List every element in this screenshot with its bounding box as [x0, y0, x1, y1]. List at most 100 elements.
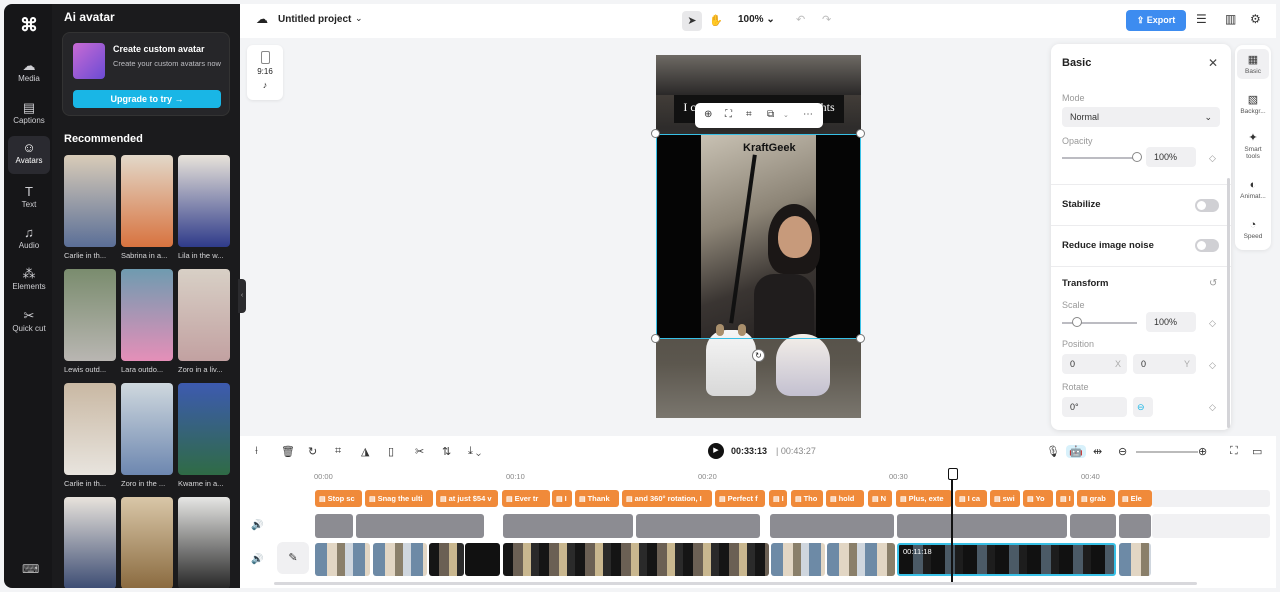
scale-input[interactable]: 100% — [1146, 312, 1196, 332]
keyframe-icon[interactable]: ◇ — [1209, 360, 1216, 371]
download-icon[interactable]: ⤓ ⌄ — [468, 445, 481, 458]
video-clip[interactable] — [373, 543, 427, 576]
project-title[interactable]: Untitled project — [278, 14, 351, 25]
trim-icon[interactable]: ⇅ — [442, 445, 451, 458]
avatar-card[interactable]: Zoro in the ... — [121, 383, 173, 488]
tab-speed[interactable]: ◔ Speed — [1237, 219, 1269, 240]
avatar-card[interactable]: Carlie in th... — [64, 383, 116, 488]
rail-item-elements[interactable]: ⁂ Elements — [8, 262, 50, 300]
mode-select[interactable]: Normal ⌄ — [1062, 107, 1220, 127]
opacity-slider[interactable] — [1062, 157, 1139, 159]
resize-handle[interactable] — [651, 129, 660, 138]
volume-icon[interactable]: 🔊 — [251, 520, 263, 531]
caption-clip[interactable]: Snag the ulti — [365, 490, 433, 507]
caption-clip[interactable]: I ca — [955, 490, 987, 507]
undo-icon[interactable]: ↶ — [796, 13, 805, 26]
freeze-icon[interactable]: ▯ — [388, 445, 394, 458]
caption-clip[interactable]: hold — [826, 490, 864, 507]
caption-clip[interactable]: Ele — [1118, 490, 1152, 507]
audio-clip[interactable] — [315, 514, 353, 538]
avatar-card[interactable]: Carlie in th... — [64, 155, 116, 260]
avatar-card[interactable]: Lila in the w... — [178, 155, 230, 260]
audio-clip[interactable] — [897, 514, 1067, 538]
video-clip[interactable] — [771, 543, 825, 576]
caption-clip[interactable]: and 360° rotation, I — [622, 490, 712, 507]
avatar-card[interactable] — [64, 497, 116, 588]
caption-clip[interactable]: Stop sc — [315, 490, 362, 507]
video-clip[interactable] — [503, 543, 769, 576]
rotate-dial-icon[interactable]: ⊖ — [1133, 397, 1153, 417]
zoom-level[interactable]: 100% ⌄ — [738, 14, 775, 25]
chevron-down-icon[interactable]: ⌄ — [783, 111, 789, 119]
scale-slider-knob[interactable] — [1072, 317, 1082, 327]
resize-handle[interactable] — [651, 334, 660, 343]
cut-icon[interactable]: ✂ — [415, 445, 424, 458]
rail-item-avatars[interactable]: ☺ Avatars — [8, 136, 50, 174]
close-icon[interactable]: ✕ — [1208, 56, 1218, 70]
selection-box[interactable] — [656, 134, 861, 339]
tab-basic[interactable]: ▦ Basic — [1237, 49, 1269, 79]
split-view-icon[interactable]: ⇹ — [1093, 445, 1102, 458]
tab-background[interactable]: ▧ Backgr... — [1237, 93, 1269, 115]
delete-icon[interactable]: 🗑 — [281, 445, 295, 458]
rail-item-quick-cut[interactable]: ✂ Quick cut — [8, 304, 50, 348]
goat-sticker[interactable] — [706, 324, 756, 396]
avatar-card[interactable]: Sabrina in a... — [121, 155, 173, 260]
video-clip[interactable] — [1119, 543, 1151, 576]
caption-clip[interactable]: Perfect f — [715, 490, 765, 507]
select-tool-icon[interactable]: ➤ — [682, 11, 702, 31]
caption-clip[interactable]: Yo — [1023, 490, 1053, 507]
caption-clip[interactable]: swi — [990, 490, 1020, 507]
capcut-logo-icon[interactable]: ⌘ — [18, 14, 40, 36]
mask-icon[interactable]: ⧉ — [767, 109, 774, 120]
rail-item-text[interactable]: T Text — [8, 180, 50, 218]
video-clip-selected[interactable]: 00:11:18 — [897, 543, 1116, 576]
audio-clip[interactable] — [356, 514, 484, 538]
position-y-input[interactable]: 0Y — [1133, 354, 1196, 374]
audio-clip[interactable] — [636, 514, 760, 538]
add-to-avatar-icon[interactable]: ⊕ — [704, 109, 712, 120]
avatar-card[interactable]: Lewis outd... — [64, 269, 116, 374]
crop-icon[interactable]: ⌗ — [746, 109, 752, 120]
avatar-card[interactable]: Kwame in a... — [178, 383, 230, 488]
tab-animation[interactable]: ◐ Animat... — [1237, 179, 1269, 200]
rail-item-audio[interactable]: ♫ Audio — [8, 221, 50, 259]
timeline-scrollbar[interactable] — [274, 582, 1197, 585]
opacity-input[interactable]: 100% — [1146, 147, 1196, 167]
resize-handle[interactable] — [856, 334, 865, 343]
cat-sticker[interactable] — [776, 334, 830, 396]
flip-icon[interactable]: ◮ — [361, 445, 369, 458]
caption-clip[interactable]: N — [868, 490, 892, 507]
keyframe-icon[interactable]: ◇ — [1209, 153, 1216, 164]
ai-assist-icon[interactable]: 🤖 — [1066, 445, 1086, 458]
upgrade-button[interactable]: Upgrade to try → — [73, 90, 221, 108]
audio-clip[interactable] — [1070, 514, 1116, 538]
collapse-panel-handle[interactable]: ‹ — [238, 279, 246, 313]
rotate-handle-icon[interactable]: ↻ — [752, 349, 765, 362]
keyframe-icon[interactable]: ◇ — [1209, 318, 1216, 329]
play-button[interactable]: ▶ — [708, 443, 724, 459]
audio-clip[interactable] — [1119, 514, 1151, 538]
caption-clip[interactable]: at just $54 v — [436, 490, 498, 507]
more-icon[interactable]: ⋯ — [803, 109, 813, 120]
reduce-noise-toggle[interactable] — [1195, 239, 1219, 252]
layout-icon[interactable]: ▥ — [1225, 12, 1236, 26]
resize-handle[interactable] — [856, 129, 865, 138]
props-scrollbar[interactable] — [1227, 178, 1230, 428]
avatar-card[interactable] — [121, 497, 173, 588]
edit-cover-icon[interactable]: ✎ — [277, 542, 309, 574]
caption-clip[interactable]: I — [769, 490, 787, 507]
rail-item-captions[interactable]: ▤ Captions — [8, 96, 50, 134]
zoom-in-icon[interactable]: ⊕ — [1198, 445, 1207, 458]
tab-smart-tools[interactable]: ✦ Smart tools — [1237, 131, 1269, 160]
avatar-card[interactable] — [178, 497, 230, 588]
caption-clip[interactable]: Ever tr — [502, 490, 550, 507]
hand-tool-icon[interactable]: ✋ — [706, 11, 726, 31]
video-clip[interactable] — [315, 543, 370, 576]
audio-clip[interactable] — [503, 514, 633, 538]
stabilize-toggle[interactable] — [1195, 199, 1219, 212]
chevron-down-icon[interactable]: ⌄ — [355, 13, 363, 24]
keyframe-icon[interactable]: ◇ — [1209, 402, 1216, 413]
caption-clip[interactable]: Plus, exte — [896, 490, 952, 507]
split-icon[interactable]: ⟊ — [255, 445, 258, 458]
